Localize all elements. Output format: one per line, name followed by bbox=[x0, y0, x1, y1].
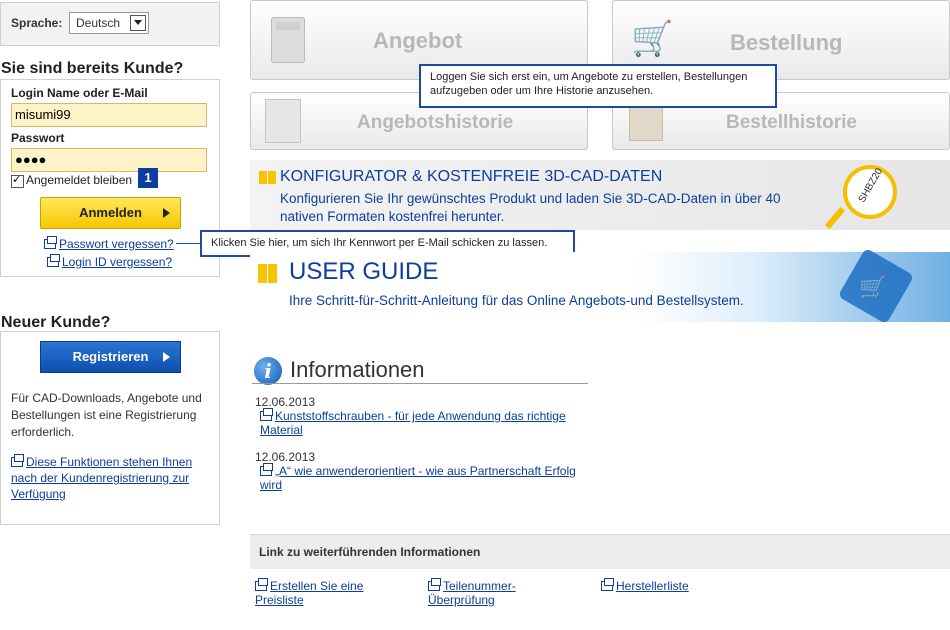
external-window-icon bbox=[44, 236, 57, 249]
register-button-label: Registrieren bbox=[72, 349, 149, 364]
user-guide-title: USER GUIDE bbox=[289, 258, 439, 285]
tile-angebotshistorie-label: Angebotshistorie bbox=[357, 112, 514, 133]
external-window-icon bbox=[260, 463, 273, 476]
further-links-title: Link zu weiterführenden Informationen bbox=[259, 545, 481, 559]
cart-icon: 🛒 bbox=[631, 20, 674, 58]
document-search-icon bbox=[265, 99, 301, 143]
user-guide-text: Ihre Schritt-für-Schritt-Anleitung für d… bbox=[289, 293, 744, 308]
further-link-item[interactable]: Erstellen Sie eine Preisliste bbox=[255, 578, 385, 607]
external-window-icon bbox=[11, 454, 24, 467]
register-info-text: Für CAD-Downloads, Angebote und Bestellu… bbox=[11, 391, 202, 439]
register-button[interactable]: Registrieren bbox=[40, 341, 181, 373]
language-select-value: Deutsch bbox=[76, 16, 121, 30]
calculator-icon bbox=[271, 17, 305, 63]
forgot-login-link[interactable]: Login ID vergessen? bbox=[62, 255, 172, 269]
news-link[interactable]: Kunststoffschrauben - für jede Anwendung… bbox=[260, 409, 566, 437]
external-window-icon bbox=[601, 578, 614, 591]
news-item[interactable]: „A“ wie anwenderorientiert - wie aus Par… bbox=[260, 463, 580, 492]
new-customer-heading: Neuer Kunde? bbox=[1, 314, 111, 331]
info-icon: i bbox=[254, 357, 282, 385]
tile-angebot-label: Angebot bbox=[373, 28, 463, 53]
cad-banner-title: KONFIGURATOR & KOSTENFREIE 3D-CAD-DATEN bbox=[280, 168, 663, 185]
tooltip-connector bbox=[176, 243, 200, 244]
external-window-icon bbox=[47, 254, 60, 267]
further-link-item[interactable]: Herstellerliste bbox=[601, 578, 731, 593]
tile-bestellhistorie-label: Bestellhistorie bbox=[726, 112, 857, 133]
tile-bestellung-label: Bestellung bbox=[730, 30, 843, 55]
news-link[interactable]: „A“ wie anwenderorientiert - wie aus Par… bbox=[260, 464, 576, 492]
password-label: Passwort bbox=[11, 131, 65, 145]
cart-icon: 🛒 bbox=[859, 275, 887, 300]
register-features-link[interactable]: Diese Funktionen stehen Ihnen nach der K… bbox=[11, 455, 192, 501]
external-window-icon bbox=[255, 578, 268, 591]
further-link-item[interactable]: Teilenummer-Überprüfung bbox=[428, 578, 538, 607]
news-item[interactable]: Kunststoffschrauben - für jede Anwendung… bbox=[260, 408, 580, 437]
yellow-squares-icon bbox=[259, 171, 267, 184]
language-label: Sprache: bbox=[11, 16, 63, 30]
yellow-squares-icon bbox=[258, 264, 267, 283]
pricelist-link[interactable]: Erstellen Sie eine Preisliste bbox=[255, 579, 363, 607]
step-badge: 1 bbox=[138, 168, 158, 188]
password-field[interactable]: ●●●● bbox=[11, 148, 207, 172]
login-button[interactable]: Anmelden bbox=[40, 197, 181, 229]
manufacturer-list-link[interactable]: Herstellerliste bbox=[616, 579, 689, 593]
remember-label: Angemeldet bleiben bbox=[26, 173, 133, 187]
external-window-icon bbox=[428, 578, 441, 591]
register-features-row[interactable]: Diese Funktionen stehen Ihnen nach der K… bbox=[11, 454, 211, 502]
chevron-down-icon[interactable] bbox=[130, 15, 146, 31]
forgot-password-row[interactable]: Passwort vergessen? bbox=[44, 236, 174, 251]
existing-customer-heading: Sie sind bereits Kunde? bbox=[1, 60, 184, 77]
partnumber-check-link[interactable]: Teilenummer-Überprüfung bbox=[428, 579, 516, 607]
remember-checkbox[interactable] bbox=[11, 173, 24, 188]
arrow-right-icon bbox=[163, 352, 170, 362]
language-select[interactable]: Deutsch bbox=[69, 12, 149, 34]
login-button-label: Anmelden bbox=[79, 205, 142, 220]
info-divider bbox=[252, 383, 588, 384]
tiles-tooltip: Loggen Sie sich erst ein, um Angebote zu… bbox=[419, 64, 777, 108]
forgot-password-link[interactable]: Passwort vergessen? bbox=[59, 237, 174, 251]
news-date: 12.06.2013 bbox=[255, 395, 316, 409]
external-window-icon bbox=[260, 408, 273, 421]
box-search-icon bbox=[629, 103, 663, 141]
forgot-login-row[interactable]: Login ID vergessen? bbox=[47, 254, 172, 269]
arrow-right-icon bbox=[163, 208, 170, 218]
username-field[interactable]: misumi99 bbox=[11, 103, 207, 127]
news-date: 12.06.2013 bbox=[255, 450, 316, 464]
username-label: Login Name oder E-Mail bbox=[11, 86, 148, 100]
info-title: Informationen bbox=[290, 357, 425, 382]
cad-banner-text: Konfigurieren Sie Ihr gewünschtes Produk… bbox=[280, 191, 781, 224]
